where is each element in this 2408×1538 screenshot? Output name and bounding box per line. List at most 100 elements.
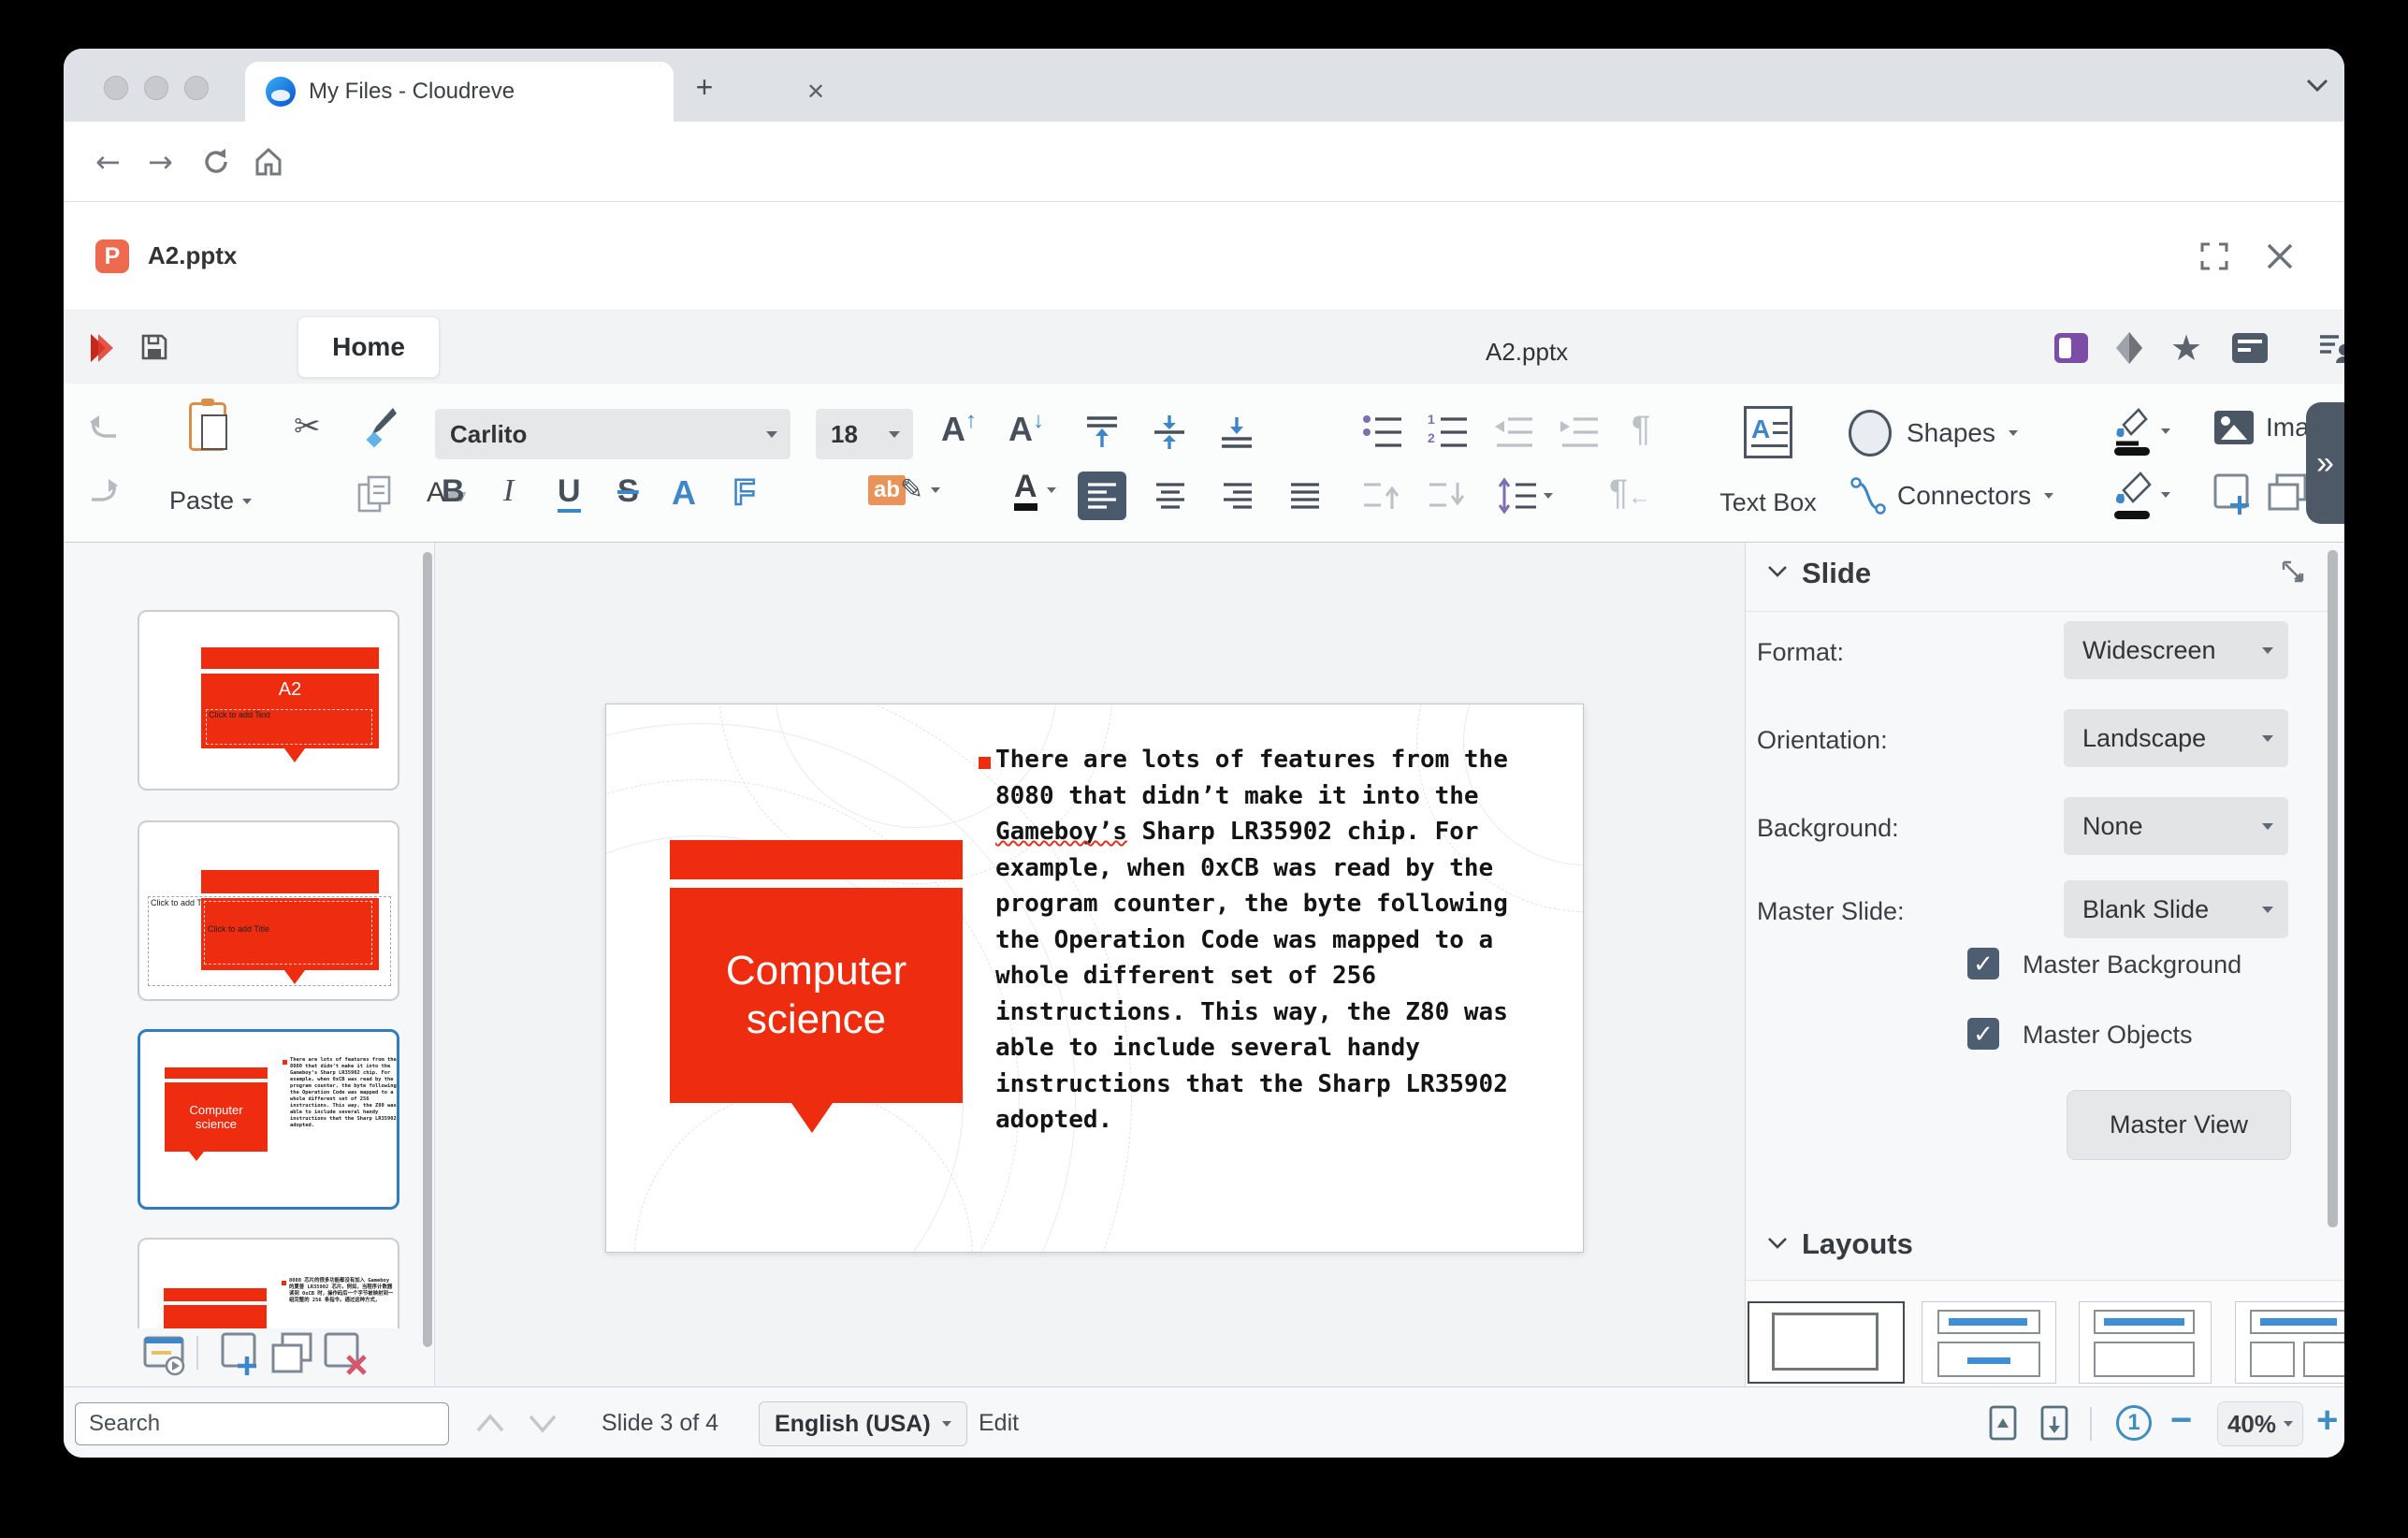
zoom-out-button[interactable]: − <box>2170 1400 2192 1442</box>
paste-button[interactable]: Paste <box>168 397 253 528</box>
thumbnails-scrollbar[interactable] <box>423 552 432 1347</box>
orientation-select[interactable]: Landscape <box>2064 709 2288 767</box>
char-style-a-button[interactable]: A <box>672 473 696 513</box>
increase-indent-icon[interactable] <box>1559 414 1600 451</box>
language-select[interactable]: English (USA) <box>759 1401 967 1446</box>
valign-top-icon[interactable] <box>1083 414 1121 451</box>
font-name-select[interactable]: Carlito <box>435 409 791 459</box>
slide-page[interactable]: Computer science There are lots of featu… <box>605 704 1584 1253</box>
duplicate-slide-icon[interactable] <box>2268 473 2311 516</box>
reload-icon[interactable] <box>200 146 232 178</box>
master-objects-checkbox[interactable]: ✓ <box>1967 1018 1999 1050</box>
highlight-color-button[interactable]: ab ✎ <box>868 473 940 506</box>
layout-title-content[interactable] <box>1922 1301 2056 1384</box>
align-center-button[interactable] <box>1154 481 1186 511</box>
thumbnail-slide-1[interactable]: A2 Click to add Text <box>138 610 399 791</box>
bold-button[interactable]: B <box>442 473 465 510</box>
move-down-icon[interactable] <box>1428 477 1469 515</box>
font-color-button[interactable]: A <box>1014 470 1056 511</box>
connectors-button[interactable]: Connectors <box>1849 475 2053 516</box>
thumbnail-slide-2[interactable]: Click to add Text Click to add Title <box>138 820 399 1001</box>
paragraph-mark-icon[interactable]: ¶ <box>1632 410 1650 450</box>
traffic-light-minimize[interactable] <box>144 76 168 100</box>
new-tab-button[interactable]: + <box>689 71 720 103</box>
copy-icon[interactable] <box>355 473 397 515</box>
add-slide-icon[interactable] <box>2213 473 2256 516</box>
stroke-color-button[interactable] <box>2111 406 2170 457</box>
shapes-button[interactable]: Shapes <box>1849 410 2018 457</box>
fill-color-button[interactable] <box>2111 470 2170 520</box>
align-left-button-active[interactable] <box>1078 472 1126 520</box>
char-style-f-button[interactable]: F <box>733 473 755 514</box>
paragraph-settings-icon[interactable]: ¶← <box>1609 473 1650 514</box>
save-icon[interactable] <box>140 333 168 361</box>
traffic-light-zoom[interactable] <box>184 76 209 100</box>
hide-panel-icon[interactable] <box>2054 333 2088 363</box>
bullets-icon[interactable] <box>1362 414 1403 451</box>
slide-section-chevron-icon[interactable] <box>1766 563 1789 580</box>
cut-icon[interactable]: ✂ <box>294 408 321 445</box>
font-size-select[interactable]: 18 <box>816 409 913 459</box>
slide-title-shape[interactable]: Computer science <box>670 888 963 1103</box>
layout-two-content[interactable] <box>2235 1301 2344 1384</box>
layout-blank-selected[interactable] <box>1748 1301 1905 1384</box>
slide-canvas[interactable]: Computer science There are lots of featu… <box>435 543 1745 1386</box>
justify-button[interactable] <box>1289 481 1321 511</box>
delete-slide-icon[interactable] <box>324 1332 372 1377</box>
feedback-icon[interactable] <box>2318 331 2344 365</box>
gem-icon[interactable] <box>2114 331 2144 365</box>
home-icon[interactable] <box>253 146 284 178</box>
line-spacing-button[interactable] <box>1497 477 1553 515</box>
background-select[interactable]: None <box>2064 797 2288 855</box>
forward-icon[interactable]: → <box>148 144 173 180</box>
master-slide-select[interactable]: Blank Slide <box>2064 880 2288 938</box>
format-painter-icon[interactable] <box>361 406 400 447</box>
tab-close-icon[interactable]: ✕ <box>803 79 829 105</box>
zoom-level-select[interactable]: 40% <box>2217 1401 2303 1446</box>
fit-width-icon[interactable] <box>2038 1405 2070 1443</box>
menu-home-active[interactable]: Home <box>297 316 440 378</box>
decrease-font-icon[interactable]: A↓ <box>1008 408 1044 449</box>
duplicate-slides-icon[interactable] <box>271 1332 316 1377</box>
view-settings-icon[interactable] <box>2232 333 2268 363</box>
numbering-icon[interactable]: 12 <box>1428 414 1469 451</box>
image-button[interactable]: Ima <box>2213 410 2310 445</box>
traffic-light-close[interactable] <box>104 76 128 100</box>
thumbnail-slide-4[interactable]: Computer science 8080 芯片的很多功能都没有加入 Gameb… <box>138 1238 399 1328</box>
layout-title-empty[interactable] <box>2079 1301 2212 1384</box>
zoom-100-icon[interactable]: 1 <box>2116 1405 2152 1441</box>
text-box-button[interactable]: A Text Box <box>1712 399 1824 528</box>
increase-font-icon[interactable]: A↑ <box>941 408 977 449</box>
panel-expand-icon[interactable] <box>2281 559 2305 584</box>
exit-fullscreen-icon[interactable] <box>2198 240 2230 272</box>
find-next-icon[interactable] <box>526 1411 559 1435</box>
undo-icon[interactable] <box>86 414 122 445</box>
thumbnail-slide-3-selected[interactable]: Computer science There are lots of featu… <box>138 1029 399 1210</box>
decrease-indent-icon[interactable] <box>1493 414 1534 451</box>
start-slideshow-icon[interactable] <box>143 1330 186 1377</box>
layouts-section-chevron-icon[interactable] <box>1766 1235 1789 1252</box>
fit-slide-icon[interactable] <box>1987 1405 2019 1443</box>
move-up-icon[interactable] <box>1362 477 1403 515</box>
panel-scrollbar[interactable] <box>2328 550 2338 1227</box>
strikethrough-button[interactable]: S <box>617 473 639 510</box>
underline-button[interactable]: U <box>558 473 581 513</box>
italic-button[interactable]: I <box>503 473 514 509</box>
find-previous-icon[interactable] <box>473 1411 507 1435</box>
close-icon[interactable] <box>2264 240 2296 272</box>
format-select[interactable]: Widescreen <box>2064 621 2288 679</box>
tab-search-icon[interactable] <box>2305 77 2329 94</box>
back-icon[interactable]: ← <box>95 144 121 180</box>
slide-body-text[interactable]: There are lots of features from the 8080… <box>995 742 1538 1139</box>
align-right-button[interactable] <box>1222 481 1254 511</box>
master-view-button[interactable]: Master View <box>2067 1090 2291 1160</box>
valign-middle-icon[interactable] <box>1151 414 1188 451</box>
zoom-in-button[interactable]: + <box>2316 1400 2338 1442</box>
master-background-checkbox[interactable]: ✓ <box>1967 948 1999 979</box>
new-slide-icon[interactable] <box>221 1332 266 1377</box>
slide-title-bar-shape[interactable] <box>670 840 963 879</box>
favorites-star-icon[interactable]: ★ <box>2170 327 2202 369</box>
valign-bottom-icon[interactable] <box>1218 414 1255 451</box>
redo-icon[interactable] <box>86 477 122 509</box>
search-input[interactable] <box>75 1402 449 1445</box>
